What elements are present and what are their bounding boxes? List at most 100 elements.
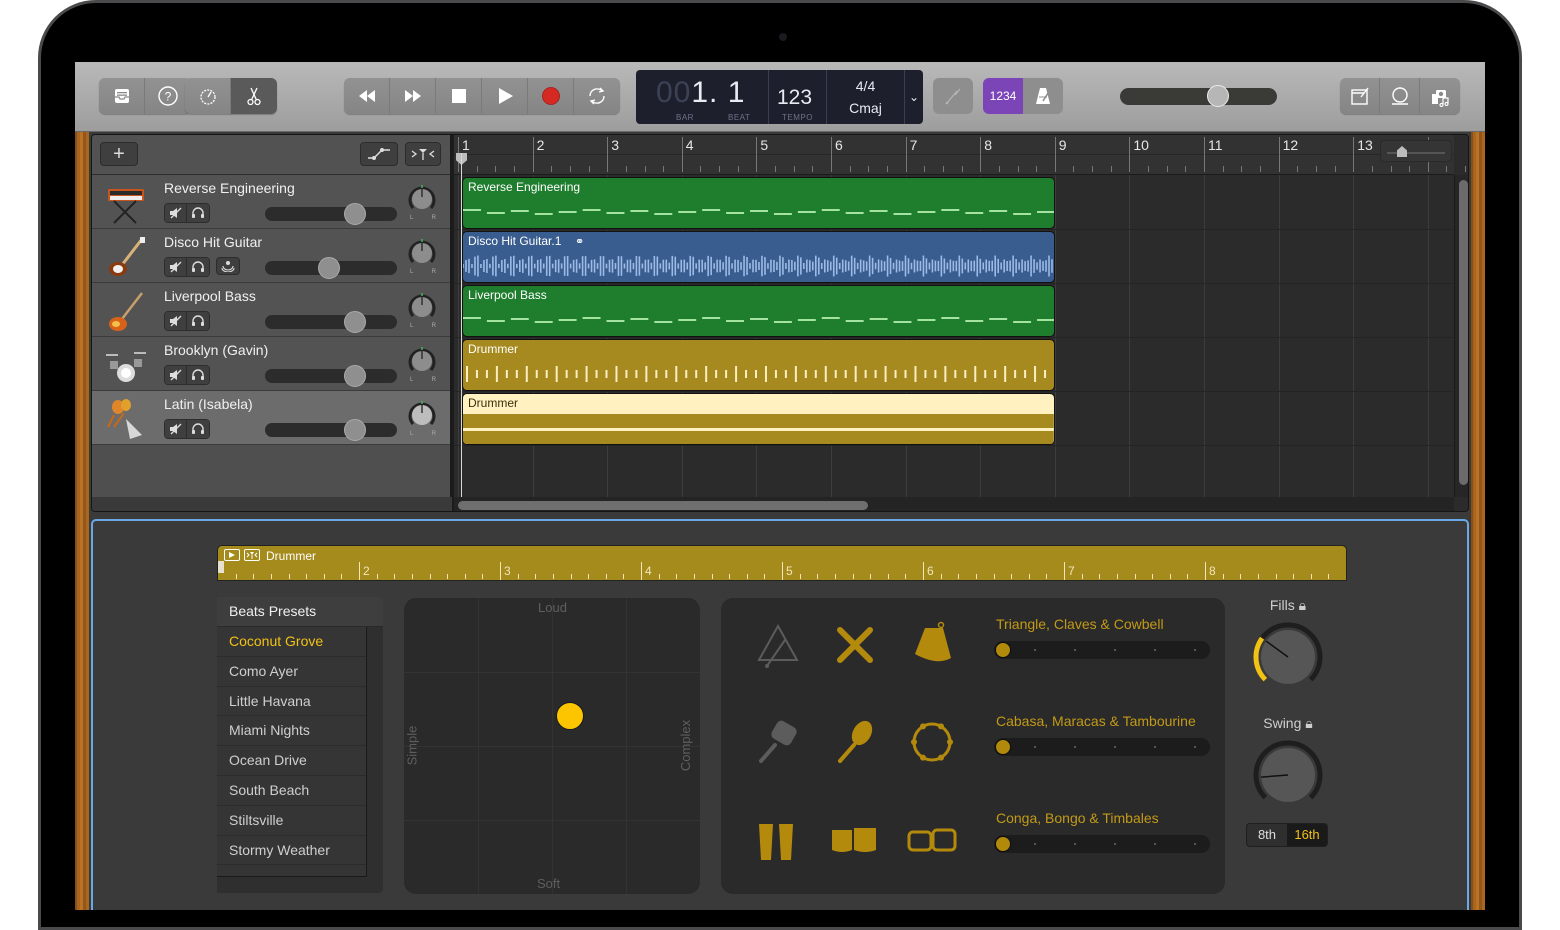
region-play-button[interactable] <box>224 549 240 561</box>
track-volume-slider[interactable] <box>265 311 397 333</box>
tambourine-icon[interactable] <box>907 717 957 767</box>
track-volume-knob[interactable] <box>344 365 367 387</box>
region-audio-loop[interactable]: Disco Hit Guitar.1 ⚭ <box>462 231 1055 283</box>
input-monitoring-button[interactable] <box>216 257 240 275</box>
region-drummer-selected[interactable]: Drummer <box>462 393 1055 445</box>
solo-headphones-button[interactable] <box>187 312 209 330</box>
note-pad-button[interactable] <box>1340 78 1380 114</box>
track-header[interactable]: Disco Hit Guitar LR <box>92 229 450 283</box>
horizontal-scrollbar[interactable] <box>454 497 1454 511</box>
preset-item[interactable]: Little Havana <box>217 687 366 717</box>
pan-knob[interactable] <box>406 345 438 377</box>
count-in-button[interactable]: 1234 <box>983 78 1023 114</box>
pan-knob[interactable] <box>406 291 438 323</box>
track-header[interactable]: Brooklyn (Gavin) LR <box>92 337 450 391</box>
region-drummer[interactable]: Drummer <box>462 339 1055 391</box>
stop-button[interactable] <box>436 78 482 114</box>
fills-knob[interactable] <box>1252 621 1324 693</box>
track-name[interactable]: Latin (Isabela) <box>164 396 253 412</box>
xy-puck[interactable] <box>555 702 584 731</box>
preset-item[interactable]: South Beach <box>217 776 366 806</box>
drummer-editor-ruler[interactable]: Drummer 2 3 4 5 6 7 8 <box>217 545 1347 581</box>
master-volume-knob[interactable] <box>1207 85 1229 107</box>
pan-knob[interactable] <box>406 399 438 431</box>
bongo-icon[interactable] <box>830 814 880 864</box>
library-button[interactable] <box>99 78 145 114</box>
editors-button[interactable] <box>231 78 277 114</box>
mute-button[interactable] <box>165 312 187 330</box>
automation-button[interactable] <box>360 142 398 166</box>
solo-headphones-button[interactable] <box>187 366 209 384</box>
track-volume-knob[interactable] <box>344 203 367 225</box>
add-track-button[interactable]: + <box>100 142 138 166</box>
fast-forward-button[interactable] <box>390 78 436 114</box>
vertical-scroll-thumb[interactable] <box>1459 180 1468 485</box>
track-header[interactable]: Liverpool Bass LR <box>92 283 450 337</box>
vertical-scrollbar[interactable] <box>1454 175 1468 497</box>
percussion-level-slider[interactable] <box>994 738 1210 756</box>
lcd-display[interactable]: 001. 1 BAR BEAT 123 TEMPO 4/4 Cmaj ⌄ <box>636 70 923 124</box>
percussion-level-knob[interactable] <box>995 836 1011 852</box>
note-option-8th[interactable]: 8th <box>1247 824 1287 846</box>
media-browser-button[interactable] <box>1420 78 1460 114</box>
preset-item[interactable]: Como Ayer <box>217 657 366 687</box>
play-button[interactable] <box>482 78 528 114</box>
loop-browser-button[interactable] <box>1380 78 1420 114</box>
track-volume-slider[interactable] <box>265 257 397 279</box>
region-midi[interactable]: Liverpool Bass <box>462 285 1055 337</box>
smart-controls-button[interactable] <box>185 78 231 114</box>
track-name[interactable]: Disco Hit Guitar <box>164 234 262 250</box>
solo-headphones-button[interactable] <box>187 420 209 438</box>
track-volume-knob[interactable] <box>317 257 340 279</box>
flex-button[interactable] <box>405 142 441 166</box>
lock-icon[interactable]: 🔒︎ <box>1305 715 1312 731</box>
conga-icon[interactable] <box>753 814 803 864</box>
track-volume-knob[interactable] <box>344 419 367 441</box>
horizontal-scroll-thumb[interactable] <box>458 501 868 510</box>
pan-knob[interactable] <box>406 183 438 215</box>
mute-button[interactable] <box>165 420 187 438</box>
pan-knob[interactable] <box>406 237 438 269</box>
track-header[interactable]: Latin (Isabela) LR <box>92 391 450 445</box>
region-flex-button[interactable] <box>244 549 260 561</box>
preset-item[interactable]: Stormy Weather <box>217 836 366 866</box>
triangle-icon[interactable] <box>753 620 803 670</box>
claves-icon[interactable] <box>830 620 880 670</box>
record-button[interactable] <box>528 78 574 114</box>
track-header[interactable]: Reverse Engineering LR <box>92 175 450 229</box>
zoom-slider-knob[interactable] <box>1397 146 1407 157</box>
master-volume-slider[interactable] <box>1120 85 1277 107</box>
percussion-level-knob[interactable] <box>995 642 1011 658</box>
preset-item[interactable]: Ocean Drive <box>217 746 366 776</box>
solo-headphones-button[interactable] <box>187 258 209 276</box>
metronome-button[interactable] <box>1023 78 1063 114</box>
track-name[interactable]: Reverse Engineering <box>164 180 295 196</box>
solo-headphones-button[interactable] <box>187 204 209 222</box>
timeline[interactable]: 1234567891011121314 Reverse EngineeringD… <box>454 135 1468 511</box>
track-volume-slider[interactable] <box>265 365 397 387</box>
track-name[interactable]: Liverpool Bass <box>164 288 256 304</box>
cabasa-icon[interactable] <box>753 717 803 767</box>
track-volume-knob[interactable] <box>344 311 367 333</box>
timbales-icon[interactable] <box>907 814 957 864</box>
swing-knob[interactable] <box>1252 739 1324 811</box>
maracas-icon[interactable] <box>830 717 880 767</box>
percussion-level-slider[interactable] <box>994 641 1210 659</box>
percussion-level-slider[interactable] <box>994 835 1210 853</box>
rewind-button[interactable] <box>344 78 390 114</box>
track-name[interactable]: Brooklyn (Gavin) <box>164 342 268 358</box>
cowbell-icon[interactable] <box>907 620 957 670</box>
horizontal-zoom-slider[interactable] <box>1380 140 1452 162</box>
xy-pad[interactable]: Loud Soft Simple Complex <box>404 598 700 894</box>
percussion-level-knob[interactable] <box>995 739 1011 755</box>
mute-button[interactable] <box>165 258 187 276</box>
preset-item[interactable]: Stiltsville <box>217 806 366 836</box>
mute-button[interactable] <box>165 204 187 222</box>
ruler[interactable]: 1234567891011121314 <box>454 135 1467 175</box>
preset-item[interactable]: Miami Nights <box>217 716 366 747</box>
cycle-button[interactable] <box>574 78 620 114</box>
region-midi[interactable]: Reverse Engineering <box>462 177 1055 229</box>
preset-item[interactable]: Coconut Grove <box>217 627 366 657</box>
lcd-dropdown-button[interactable]: ⌄ <box>905 70 923 124</box>
lock-icon[interactable]: 🔒︎ <box>1299 597 1306 613</box>
